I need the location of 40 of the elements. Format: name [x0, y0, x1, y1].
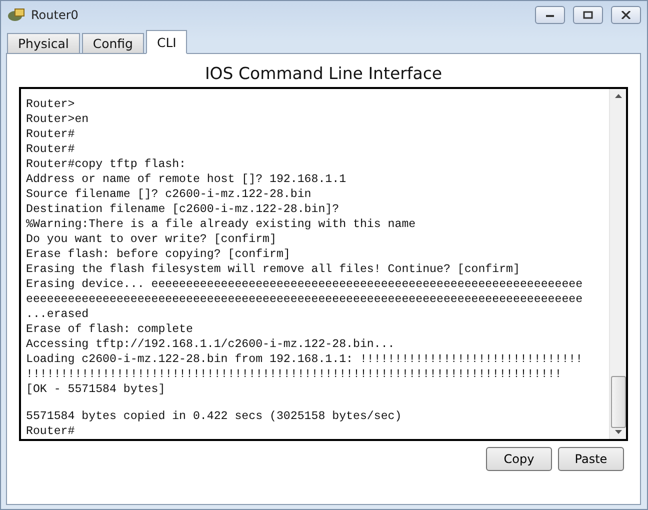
- terminal-line: Router#copy tftp flash:: [26, 157, 188, 172]
- terminal-line: Router>en: [26, 112, 90, 127]
- terminal-line: 5571584 bytes copied in 0.422 secs (3025158 bytes/sec): [26, 409, 403, 424]
- maximize-button[interactable]: [573, 6, 603, 24]
- terminal-line: Address or name of remote host []? 192.168.1.1: [26, 172, 348, 187]
- scrollbar[interactable]: [609, 89, 626, 439]
- minimize-button[interactable]: [535, 6, 565, 24]
- panel-heading: IOS Command Line Interface: [204, 63, 444, 85]
- action-button[interactable]: Copy: [486, 447, 552, 471]
- terminal-line: Destination filename [c2600-i-mz.122-28.bin]?: [26, 202, 340, 217]
- terminal-line: Router#: [26, 127, 76, 142]
- terminal-line: Erase of flash: complete: [26, 322, 194, 337]
- close-button[interactable]: [611, 6, 641, 24]
- terminal-line: Router>: [26, 97, 76, 112]
- terminal-line: Erasing device... eeeeeeeeeeeeeeeeeeeeeeeeeeeeeeeeeeeeeeeeeeeeeeeeeeeeeeeeeeeeee: [26, 277, 584, 292]
- terminal-line: Router#: [26, 142, 76, 157]
- terminal-line: !!!!!!!!!!!!!!!!!!!!!!!!!!!!!!!!!!!!!!!!!!!!!!!!!!!!!!!!!!!!!!!!!!!!!!!!!!!!!: [26, 367, 563, 382]
- terminal-line: [OK - 5571584 bytes]: [26, 382, 166, 397]
- terminal-line: %Warning:There is a file already existing with this name: [26, 217, 417, 232]
- tab[interactable]: Config: [82, 33, 144, 54]
- terminal-line: Source filename []? c2600-i-mz.122-28.bin: [26, 187, 312, 202]
- terminal-line: Loading c2600-i-mz.122-28.bin from 192.168.1.1: !!!!!!!!!!!!!!!!!!!!!!!!!!!!!!!!: [26, 352, 584, 367]
- terminal-line: Do you want to over write? [confirm]: [26, 232, 278, 247]
- action-button[interactable]: Paste: [558, 447, 624, 471]
- scroll-up-icon[interactable]: [614, 94, 622, 98]
- router-icon: [7, 7, 25, 23]
- tab[interactable]: Physical: [7, 33, 80, 54]
- window-title: Router0: [31, 8, 80, 22]
- maximize-icon: [583, 11, 593, 19]
- terminal-line: ...erased: [26, 307, 90, 322]
- terminal-line: Router#: [26, 424, 76, 439]
- tab[interactable]: CLI: [146, 30, 188, 54]
- terminal-line: Accessing tftp://192.168.1.1/c2600-i-mz.122-28.bin...: [26, 337, 396, 352]
- scroll-down-icon[interactable]: [614, 430, 622, 434]
- scroll-thumb[interactable]: [610, 376, 626, 428]
- close-icon: [621, 11, 631, 19]
- minimize-icon: [545, 12, 555, 18]
- terminal-line: Erasing the flash filesystem will remove all files! Continue? [confirm]: [26, 262, 521, 277]
- terminal-line: Erase flash: before copying? [confirm]: [26, 247, 292, 262]
- terminal-line: eeeeeeeeeeeeeeeeeeeeeeeeeeeeeeeeeeeeeeeeeeeeeeeeeeeeeeeeeeeeeeeeeeeeeeeeeeeeeeee: [26, 292, 584, 307]
